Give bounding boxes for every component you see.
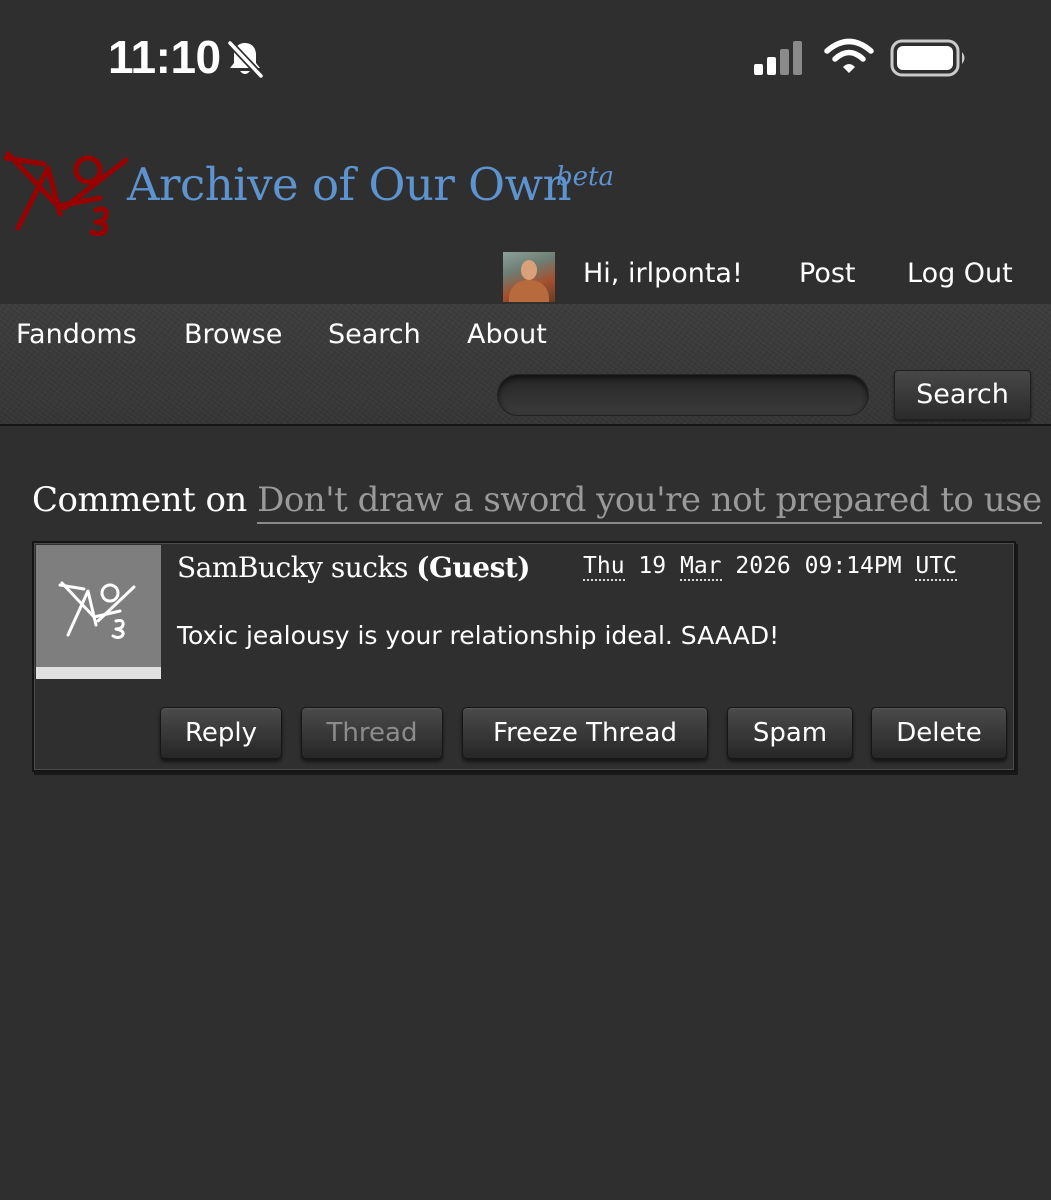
site-title[interactable]: Archive of Our Own (127, 158, 572, 211)
nav-about[interactable]: About (467, 319, 547, 350)
comment: SamBucky sucks (Guest) Thu 19 Mar 2026 0… (32, 541, 1016, 772)
date-time: 09:14PM (804, 553, 902, 579)
search-button[interactable]: Search (894, 370, 1031, 420)
user-avatar[interactable] (503, 252, 555, 302)
date-timezone: UTC (915, 553, 957, 581)
spam-button[interactable]: Spam (727, 707, 853, 759)
date-month: Mar (679, 553, 722, 581)
primary-nav: Fandoms Browse Search About Search (0, 304, 1051, 426)
posted-date: Thu 19 Mar 2026 09:14PM UTC (583, 553, 957, 581)
battery-icon (890, 39, 965, 77)
comment-text: Toxic jealousy is your relationship idea… (177, 621, 780, 650)
signal-bars-icon (754, 41, 802, 75)
logout-link[interactable]: Log Out (907, 258, 1013, 289)
icon-underbar (36, 667, 161, 679)
work-title-link[interactable]: Don't draw a sword you're not prepared t… (257, 480, 1042, 524)
beta-label: beta (556, 162, 614, 192)
date-num: 19 (638, 553, 667, 579)
freeze-thread-button[interactable]: Freeze Thread (462, 707, 708, 759)
post-link[interactable]: Post (799, 258, 856, 289)
comment-byline: SamBucky sucks (Guest) (177, 551, 531, 584)
nav-fandoms[interactable]: Fandoms (16, 319, 137, 350)
nav-browse[interactable]: Browse (184, 319, 282, 350)
ao3-guest-icon (58, 581, 136, 639)
reply-button[interactable]: Reply (160, 707, 282, 759)
ao3-logo[interactable] (4, 148, 132, 236)
commenter-name: SamBucky sucks (177, 551, 408, 584)
date-year: 2026 (735, 553, 791, 579)
heading-prefix: Comment on (32, 480, 247, 520)
thread-button[interactable]: Thread (301, 707, 443, 759)
status-bar: 11:10 (0, 0, 1051, 115)
delete-button[interactable]: Delete (871, 707, 1007, 759)
date-day: Thu (583, 553, 625, 581)
commenter-icon (36, 545, 161, 667)
status-time: 11:10 (108, 31, 221, 83)
search-input[interactable] (497, 374, 869, 416)
bell-slash-icon (227, 40, 264, 79)
nav-search[interactable]: Search (328, 319, 421, 350)
comment-heading: Comment on Don't draw a sword you're not… (32, 480, 1042, 524)
guest-label: (Guest) (416, 551, 531, 584)
wifi-icon (824, 38, 874, 73)
user-greeting-link[interactable]: Hi, irlponta! (583, 258, 743, 289)
